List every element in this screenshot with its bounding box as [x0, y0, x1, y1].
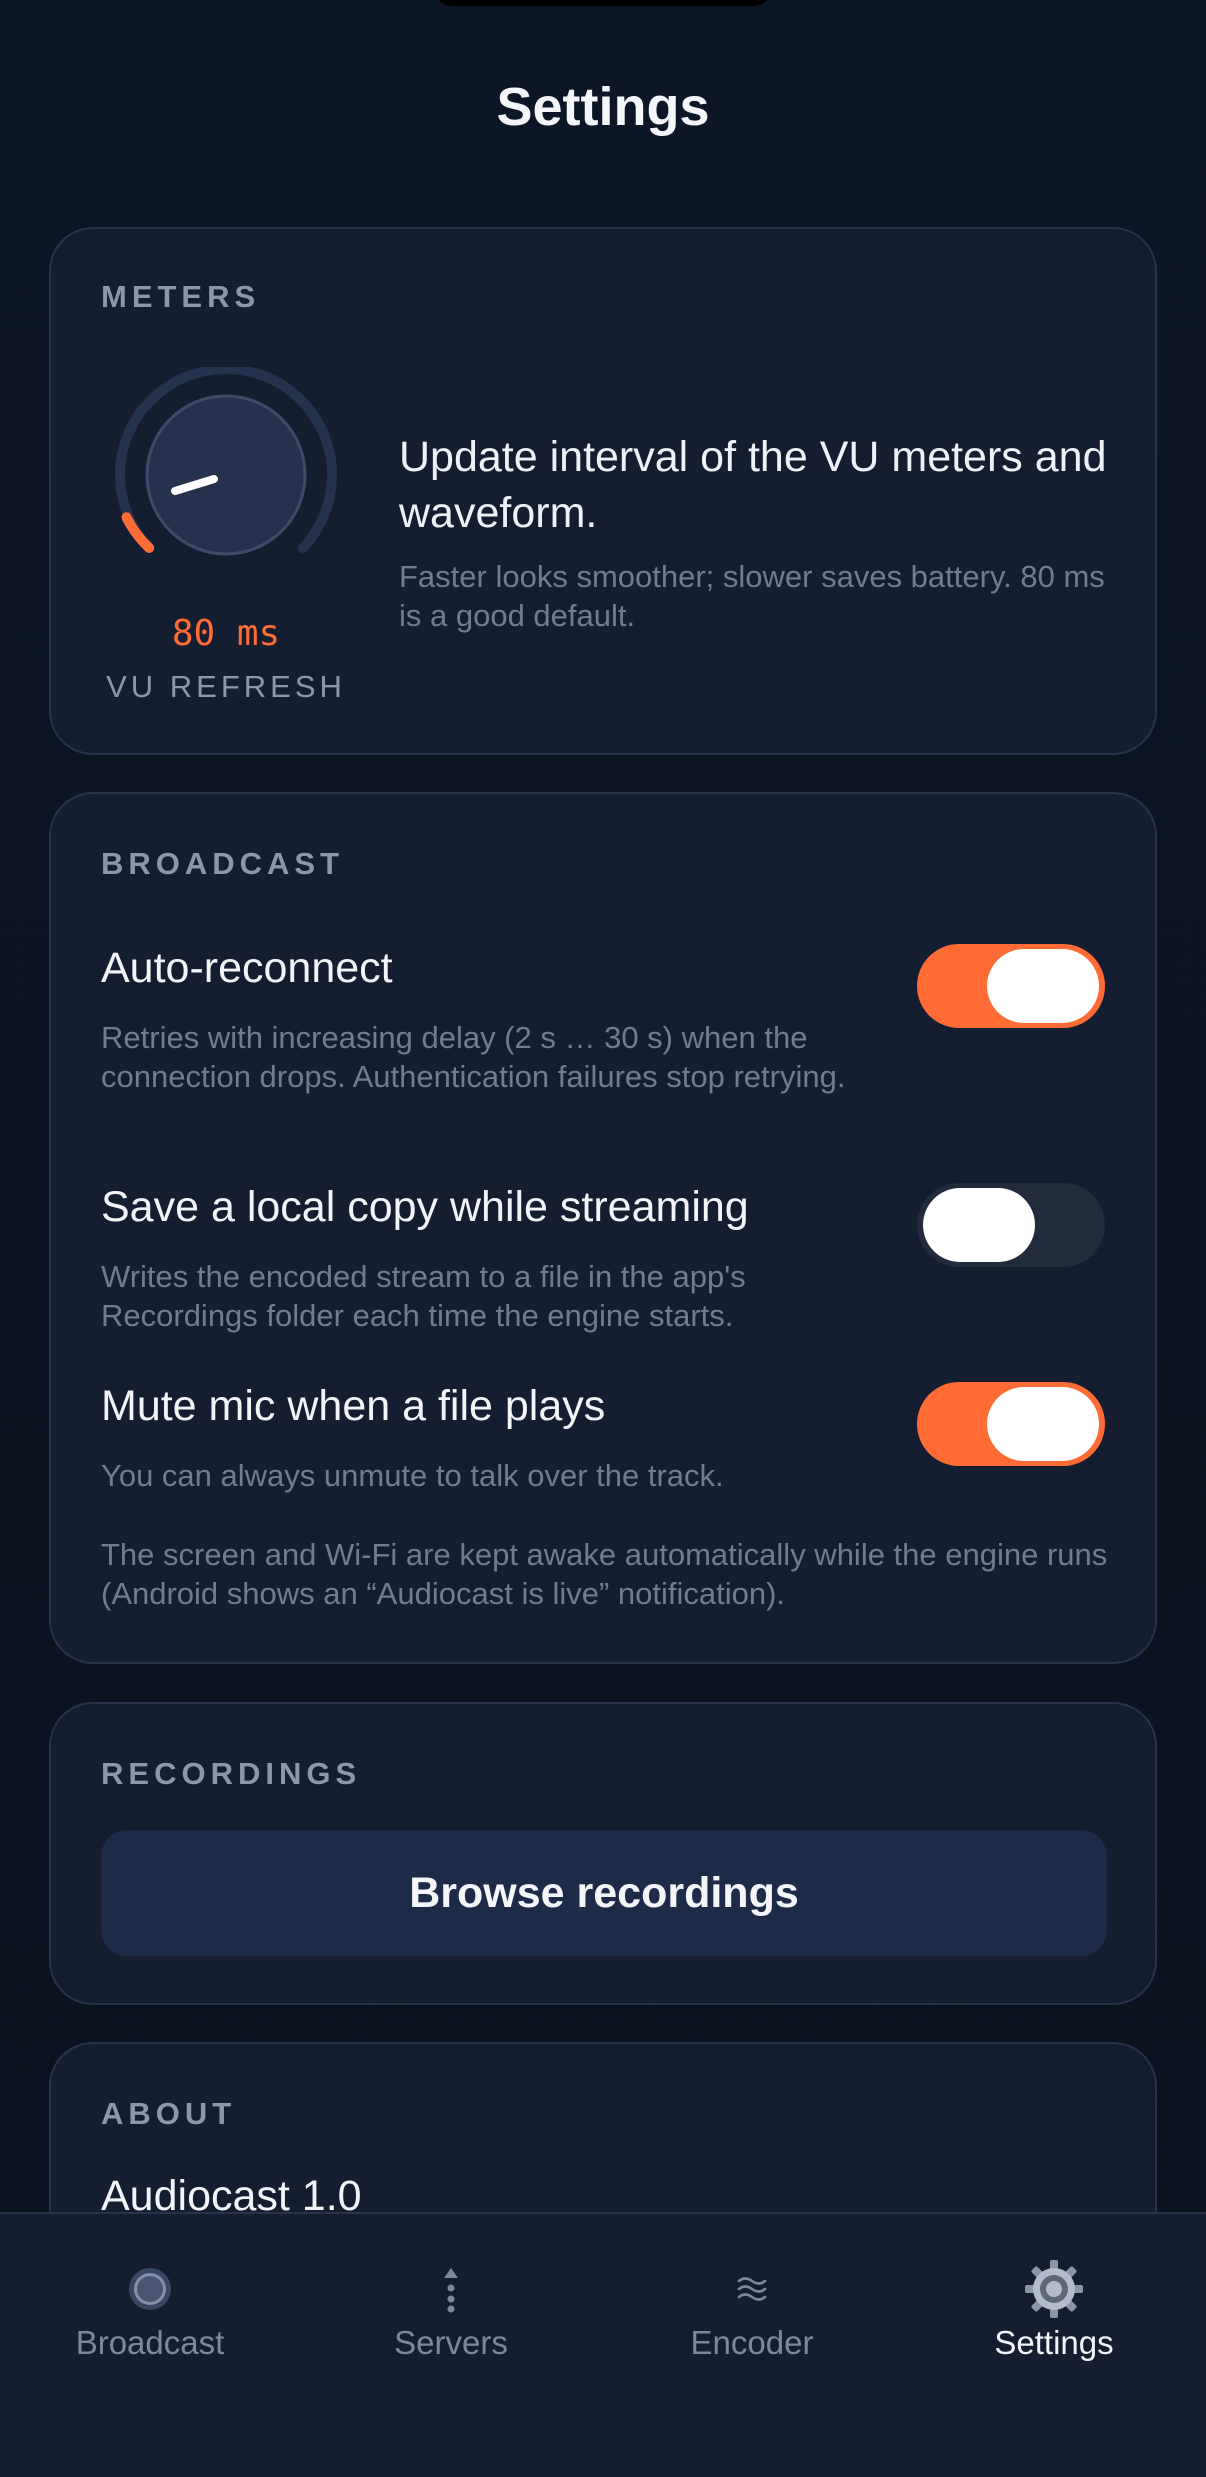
tab-label: Broadcast [75, 2324, 225, 2361]
toggle-thumb [987, 1387, 1099, 1461]
gear-icon [904, 2254, 1204, 2324]
tab-label: Servers [394, 2324, 508, 2361]
vu-refresh-knob[interactable] [111, 363, 341, 597]
toggle-thumb [923, 1188, 1035, 1262]
section-label-meters: METERS [101, 279, 261, 314]
save-local-copy-toggle[interactable] [917, 1183, 1105, 1267]
keep-awake-note: The screen and Wi-Fi are kept awake auto… [101, 1537, 1108, 1611]
mute-mic-description: You can always unmute to talk over the t… [101, 1458, 724, 1493]
tab-label: Encoder [690, 2324, 814, 2361]
tab-broadcast[interactable]: Broadcast [0, 2214, 300, 2384]
broadcast-card: BROADCAST Auto-reconnect Retries with in… [49, 792, 1157, 1664]
knob-dial-icon [115, 363, 337, 556]
section-label-broadcast: BROADCAST [101, 846, 345, 881]
save-local-copy-title: Save a local copy while streaming [101, 1183, 749, 1231]
save-local-copy-description: Writes the encoded stream to a file in t… [101, 1259, 746, 1333]
meters-description: Update interval of the VU meters and wav… [399, 433, 1107, 537]
auto-reconnect-toggle[interactable] [917, 944, 1105, 1028]
tab-label: Settings [994, 2324, 1114, 2361]
waves-icon [602, 2254, 902, 2324]
bottom-tab-bar: Broadcast Servers Encoder Settings [0, 2212, 1206, 2477]
tab-servers[interactable]: Servers [301, 2214, 601, 2384]
toggle-thumb [987, 949, 1099, 1023]
auto-reconnect-title: Auto-reconnect [101, 944, 393, 992]
tab-settings[interactable]: Settings [904, 2214, 1204, 2384]
meters-hint: Faster looks smoother; slower saves batt… [399, 559, 1105, 633]
recordings-card: RECORDINGS Browse recordings [49, 1702, 1157, 2005]
vu-refresh-value: 80 ms [171, 613, 281, 654]
upload-icon [301, 2254, 601, 2324]
meters-card: METERS 80 ms VU REFRESH Update interval … [49, 227, 1157, 755]
vu-refresh-caption: VU REFRESH [106, 669, 346, 704]
auto-reconnect-description: Retries with increasing delay (2 s … 30 … [101, 1020, 846, 1094]
record-icon [0, 2254, 300, 2324]
mute-mic-toggle[interactable] [917, 1382, 1105, 1466]
page-title: Settings [496, 77, 710, 137]
section-label-recordings: RECORDINGS [101, 1756, 362, 1791]
tab-encoder[interactable]: Encoder [602, 2214, 902, 2384]
section-label-about: ABOUT [101, 2096, 237, 2131]
browse-recordings-button[interactable]: Browse recordings [101, 1830, 1107, 1956]
mute-mic-title: Mute mic when a file plays [101, 1382, 606, 1430]
device-notch [433, 0, 773, 6]
